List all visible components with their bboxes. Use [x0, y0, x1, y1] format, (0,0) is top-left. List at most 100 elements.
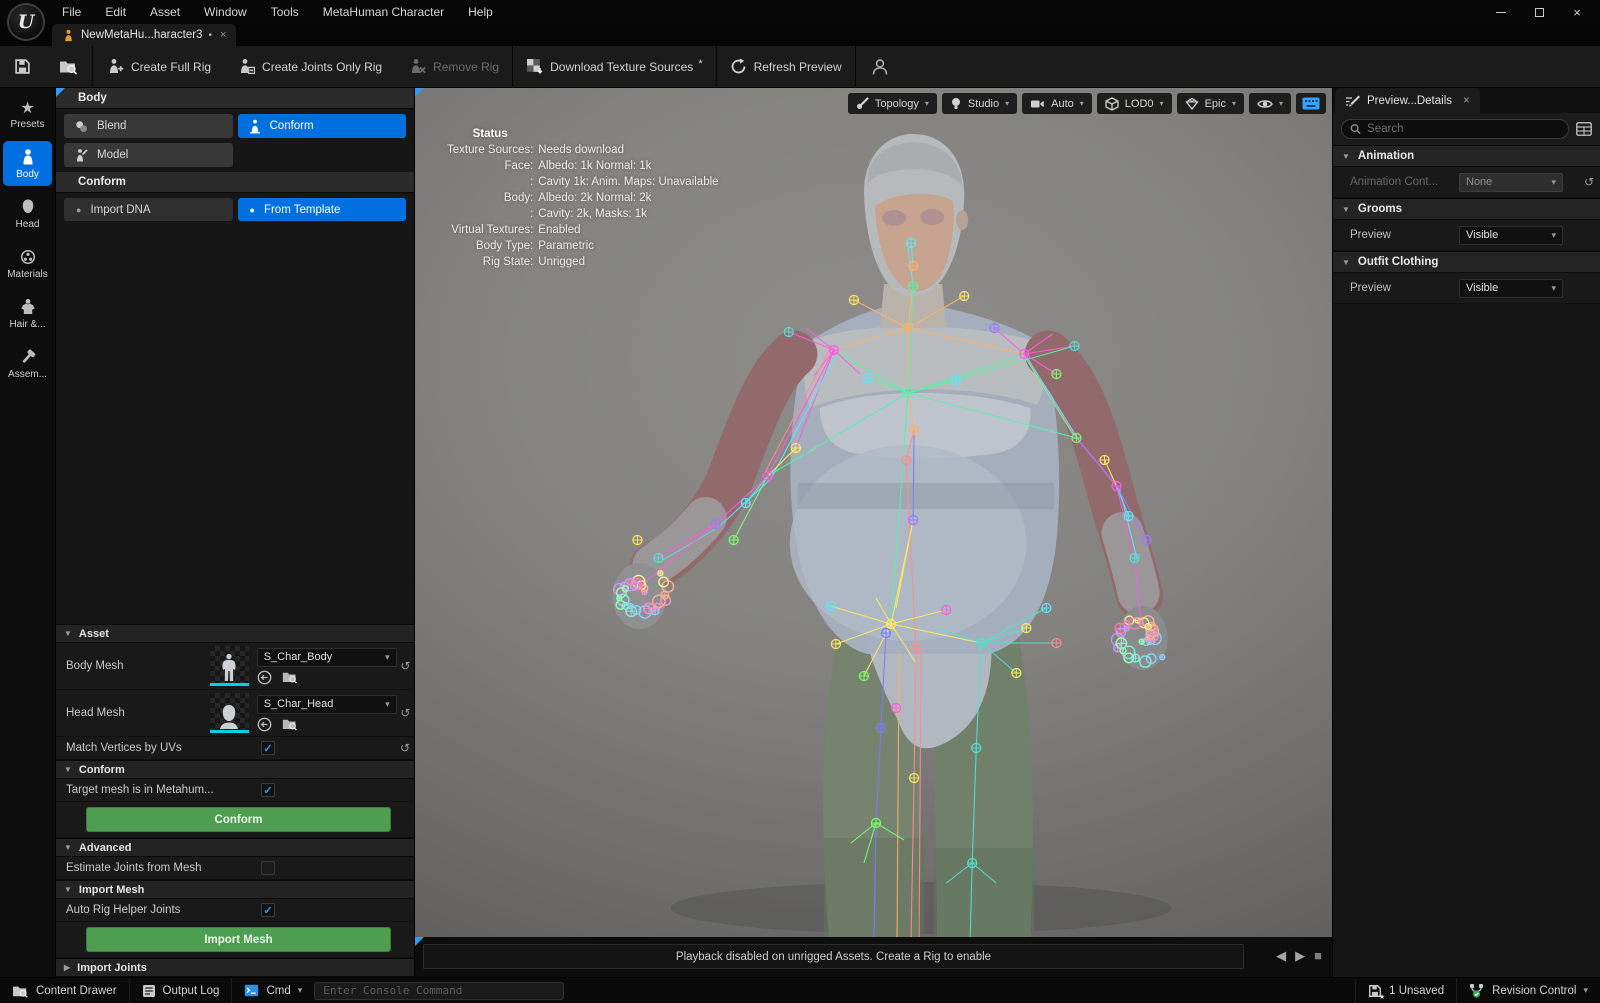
content-drawer-button[interactable]: Content Drawer — [0, 978, 129, 1003]
import-mesh-section-header[interactable]: ▼ Import Mesh — [56, 880, 414, 899]
stop-icon[interactable]: ■ — [1314, 948, 1322, 964]
metahuman-asset-icon — [62, 29, 75, 42]
camera-auto-dropdown[interactable]: Auto ▾ — [1022, 93, 1092, 114]
menu-file[interactable]: File — [52, 1, 91, 23]
reset-icon[interactable]: ↺ — [397, 706, 414, 720]
from-template-option[interactable]: ● From Template — [238, 198, 407, 221]
body-mesh-select[interactable]: S_Char_Body ▾ — [257, 648, 397, 667]
download-texture-sources-button[interactable]: Download Texture Sources * — [513, 46, 715, 88]
topology-dropdown[interactable]: Topology ▾ — [848, 93, 937, 114]
conform-mode-button[interactable]: Conform — [238, 114, 407, 138]
preview-avatar-button[interactable] — [856, 46, 904, 88]
document-tab[interactable]: NewMetaHu...haracter3 • × — [52, 24, 236, 46]
previous-frame-icon[interactable]: ◀ — [1276, 948, 1286, 964]
outfit-preview-label: Preview — [1333, 282, 1459, 294]
check-icon: ✓ — [263, 784, 272, 797]
output-log-button[interactable]: Output Log — [130, 978, 232, 1003]
unsaved-changes-button[interactable]: ★ 1 Unsaved — [1356, 978, 1456, 1003]
browse-to-asset-button[interactable] — [45, 46, 92, 88]
estimate-joints-label: Estimate Joints from Mesh — [56, 862, 261, 874]
main-toolbar: Create Full Rig Create Joints Only Rig R… — [0, 46, 1600, 88]
menu-asset[interactable]: Asset — [140, 1, 190, 23]
viewport-3d[interactable]: Status Texture Sources:Needs download Fa… — [415, 88, 1332, 937]
console-command-input[interactable] — [314, 982, 564, 1000]
use-selected-asset-icon[interactable] — [257, 670, 272, 685]
browse-to-asset-icon[interactable] — [282, 670, 298, 684]
use-selected-asset-icon[interactable] — [257, 717, 272, 732]
preview-details-tab[interactable]: Preview...Details × — [1335, 88, 1480, 113]
quality-epic-dropdown[interactable]: Epic ▾ — [1177, 93, 1244, 114]
eye-icon — [1257, 98, 1273, 110]
create-joints-only-rig-button[interactable]: Create Joints Only Rig — [224, 46, 395, 88]
sidebar-item-presets[interactable]: ★ Presets — [3, 95, 52, 136]
save-button[interactable] — [0, 46, 45, 88]
lod-dropdown[interactable]: LOD0 ▾ — [1097, 93, 1172, 114]
minimize-button[interactable] — [1484, 2, 1518, 22]
animation-section-header[interactable]: ▼ Animation — [1333, 145, 1600, 167]
collapse-triangle-icon: ▶ — [64, 963, 70, 972]
import-mesh-button[interactable]: Import Mesh — [86, 927, 391, 952]
asset-section-header[interactable]: ▼ Asset — [56, 624, 414, 643]
play-icon[interactable]: ▶ — [1295, 948, 1305, 964]
chevron-down-icon: ▾ — [1232, 99, 1236, 108]
maximize-button[interactable] — [1522, 2, 1556, 22]
unreal-engine-logo-icon[interactable]: U — [7, 3, 45, 41]
close-button[interactable]: × — [1560, 2, 1594, 22]
tab-close-icon[interactable]: × — [220, 29, 226, 41]
sidebar-item-head[interactable]: Head — [3, 191, 52, 236]
keyboard-shortcuts-button[interactable] — [1296, 93, 1326, 114]
outfit-clothing-section-header[interactable]: ▼ Outfit Clothing — [1333, 251, 1600, 273]
outfit-preview-select[interactable]: Visible ▾ — [1459, 279, 1563, 298]
sidebar-item-hair-clothing[interactable]: Hair &... — [3, 291, 52, 336]
body-mesh-thumbnail[interactable] — [210, 646, 248, 686]
estimate-joints-checkbox[interactable] — [261, 861, 275, 875]
menu-metahuman-character[interactable]: MetaHuman Character — [313, 1, 454, 23]
model-mode-button[interactable]: Model — [64, 143, 233, 167]
body-mesh-label: Body Mesh — [56, 660, 210, 672]
refresh-preview-button[interactable]: Refresh Preview — [717, 46, 855, 88]
revision-control-button[interactable]: Revision Control ▾ — [1457, 978, 1600, 1003]
tab-close-icon[interactable]: × — [1463, 95, 1470, 107]
sidebar-item-materials[interactable]: Materials — [3, 241, 52, 286]
show-flags-dropdown[interactable]: ▾ — [1249, 93, 1291, 114]
body-mesh-asset-actions — [257, 670, 397, 685]
search-input[interactable] — [1367, 123, 1560, 135]
animation-controller-select[interactable]: None ▾ — [1459, 173, 1563, 192]
menu-tools[interactable]: Tools — [261, 1, 309, 23]
match-vertices-checkbox[interactable]: ✓ — [261, 741, 275, 755]
reset-icon[interactable]: ↺ — [1578, 175, 1600, 189]
lighting-studio-dropdown[interactable]: Studio ▾ — [942, 93, 1017, 114]
chevron-down-icon: ▾ — [1543, 230, 1556, 241]
body-mesh-preview-icon — [218, 653, 240, 683]
sidebar-item-assemble[interactable]: Assem... — [3, 341, 52, 386]
conform-section-header[interactable]: ▼ Conform — [56, 760, 414, 779]
sidebar-item-body[interactable]: Body — [3, 141, 52, 186]
menu-edit[interactable]: Edit — [95, 1, 136, 23]
reset-icon[interactable]: ↺ — [397, 659, 414, 673]
import-dna-option[interactable]: ● Import DNA — [64, 198, 233, 221]
details-view-options-icon[interactable] — [1576, 122, 1592, 136]
grooms-section-header[interactable]: ▼ Grooms — [1333, 198, 1600, 220]
import-joints-section-header[interactable]: ▶ Import Joints — [56, 958, 414, 977]
advanced-section-header[interactable]: ▼ Advanced — [56, 838, 414, 857]
head-mesh-thumbnail[interactable] — [210, 693, 248, 733]
viewport-toolbar: Topology ▾ Studio ▾ Auto ▾ — [848, 93, 1326, 114]
remove-rig-icon — [408, 58, 426, 75]
grooms-preview-select[interactable]: Visible ▾ — [1459, 226, 1563, 245]
reset-icon[interactable]: ↺ — [396, 741, 414, 755]
menu-help[interactable]: Help — [458, 1, 503, 23]
chevron-down-icon: ▾ — [1543, 177, 1556, 188]
cmd-selector[interactable]: Cmd ▾ — [232, 978, 314, 1003]
auto-rig-helper-joints-checkbox[interactable]: ✓ — [261, 903, 275, 917]
search-box[interactable] — [1341, 119, 1569, 139]
remove-rig-button[interactable]: Remove Rig — [395, 46, 512, 88]
blend-mode-button[interactable]: Blend — [64, 114, 233, 138]
create-full-rig-button[interactable]: Create Full Rig — [93, 46, 224, 88]
menu-window[interactable]: Window — [194, 1, 257, 23]
terminal-icon — [244, 984, 259, 997]
head-mesh-select[interactable]: S_Char_Head ▾ — [257, 695, 397, 714]
minimize-icon — [1496, 12, 1506, 13]
conform-button[interactable]: Conform — [86, 807, 391, 832]
browse-to-asset-icon[interactable] — [282, 717, 298, 731]
target-mesh-checkbox[interactable]: ✓ — [261, 783, 275, 797]
